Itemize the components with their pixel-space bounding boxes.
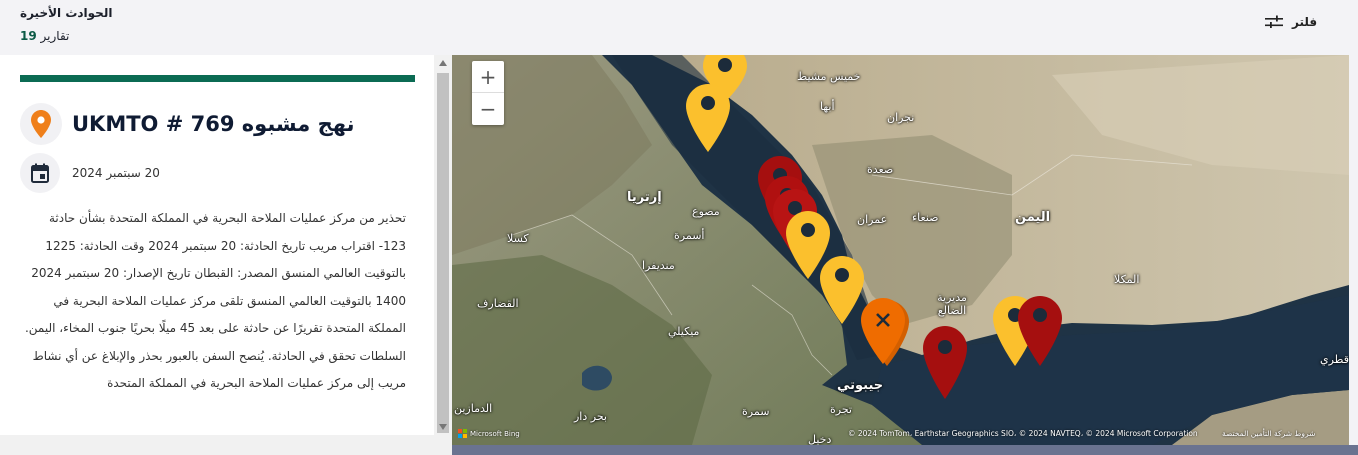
sliders-icon — [1265, 15, 1283, 28]
map-label: مصوع — [692, 205, 720, 218]
map-label: كسلا — [507, 232, 529, 245]
map-label-country: اليمن — [1015, 210, 1051, 225]
map-label: دخيل — [808, 433, 832, 445]
map-label: نجران — [887, 111, 915, 124]
incident-detail-panel: UKMTO # 769 نهج مشبوه 20 سبتمبر 2024 تحذ… — [0, 55, 452, 455]
bottom-strip — [452, 445, 1358, 455]
map-label: بحر دار — [574, 410, 607, 423]
bing-label: Microsoft Bing — [470, 429, 520, 438]
map-label: عمران — [857, 213, 888, 226]
map-label: أسمرة — [674, 229, 705, 242]
recent-incidents-title: الحوادث الأخيرة — [20, 6, 113, 20]
map-label: أبها — [820, 100, 835, 113]
incident-pin[interactable] — [685, 83, 731, 153]
reports-count: تقارير 19 — [20, 29, 69, 43]
page-scrollbar[interactable] — [1349, 55, 1358, 445]
incident-header: UKMTO # 769 نهج مشبوه — [20, 103, 354, 145]
incident-map[interactable]: + − خميس مشيط أبها نجران صعدة إرتريا مصو… — [452, 55, 1349, 445]
map-label: خميس مشيط — [797, 70, 861, 83]
accent-bar — [20, 75, 415, 82]
map-label: مديرية الضالع — [937, 291, 967, 317]
filter-button[interactable]: فلتر — [1264, 14, 1317, 30]
reports-number: 19 — [20, 29, 37, 43]
incident-pin[interactable] — [819, 255, 865, 325]
zoom-out-button[interactable]: − — [472, 93, 504, 125]
incident-pin[interactable] — [922, 325, 968, 400]
calendar-icon — [31, 163, 49, 183]
panel-vertical-scrollbar[interactable] — [434, 55, 452, 435]
map-label: القضارف — [477, 297, 519, 310]
app-root: الحوادث الأخيرة تقارير 19 فلتر UKMTO # 7… — [0, 0, 1358, 455]
map-label-country: جيبوتي — [837, 378, 884, 393]
reports-label: تقارير — [40, 29, 70, 43]
microsoft-logo-icon — [458, 429, 467, 438]
zoom-control: + − — [472, 61, 504, 125]
map-label: سمرة — [742, 405, 770, 418]
incident-type-badge — [20, 103, 62, 145]
scroll-down-arrow-icon[interactable] — [434, 419, 452, 435]
scrollbar-thumb[interactable] — [437, 73, 449, 433]
map-label: صنعاء — [912, 211, 939, 224]
incident-pin-selected[interactable] — [860, 297, 910, 367]
map-label: المكلا — [1114, 273, 1140, 286]
map-attribution: © 2024 TomTom، Earthstar Geographics SIO… — [848, 429, 1198, 438]
scroll-up-arrow-icon[interactable] — [434, 55, 452, 71]
incident-date-row: 20 سبتمبر 2024 — [20, 153, 160, 193]
filter-label: فلتر — [1292, 15, 1318, 29]
map-label: صعدة — [867, 163, 894, 176]
map-label: الدمازين — [454, 402, 493, 415]
map-pin-icon — [31, 110, 51, 138]
incident-description: تحذير من مركز عمليات الملاحة البحرية في … — [24, 211, 406, 390]
incident-date: 20 سبتمبر 2024 — [72, 166, 160, 180]
date-badge — [20, 153, 60, 193]
zoom-in-button[interactable]: + — [472, 61, 504, 93]
incident-pin[interactable] — [1017, 295, 1063, 367]
map-label: قطري — [1320, 353, 1349, 366]
map-label: ميكيلي — [668, 325, 700, 338]
panel-horizontal-scrollbar[interactable] — [0, 435, 452, 455]
terms-link[interactable]: شروط شركة التأمين المختصة — [1222, 429, 1315, 438]
incident-title: UKMTO # 769 نهج مشبوه — [72, 112, 355, 136]
map-label-country: إرتريا — [627, 190, 662, 205]
map-label: منديفرا — [642, 259, 675, 272]
bing-logo: Microsoft Bing — [458, 429, 520, 438]
map-label: تجرة — [830, 403, 852, 416]
